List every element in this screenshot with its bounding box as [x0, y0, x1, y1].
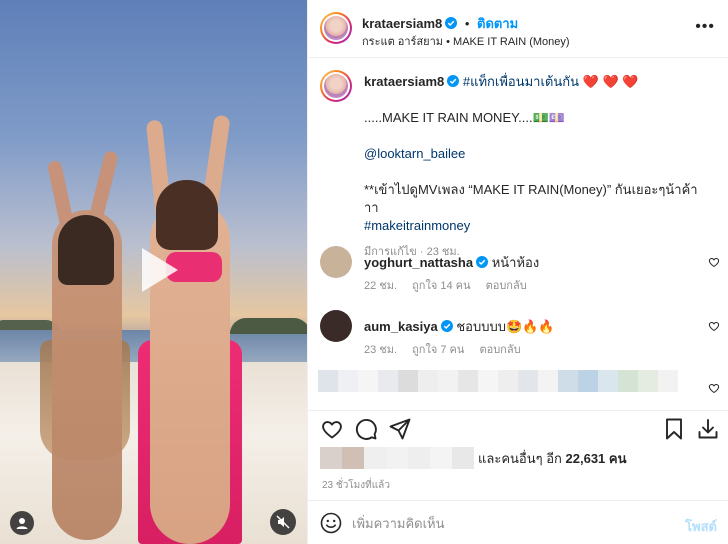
follow-button[interactable]: ติดตาม: [477, 16, 518, 31]
post-button[interactable]: โพสต์: [685, 516, 717, 537]
heart-icon[interactable]: [708, 320, 720, 332]
timestamp: 23 ชม.: [364, 344, 398, 356]
verified-badge-icon: [440, 320, 453, 332]
smiley-icon[interactable]: [320, 512, 342, 534]
comment-input[interactable]: [352, 511, 652, 535]
reply-button[interactable]: ตอบกลับ: [486, 280, 527, 292]
timestamp: 22 ชม.: [364, 280, 398, 292]
avatar[interactable]: [320, 70, 352, 102]
caption-text: **เข้าไปดูMVเพลง “MAKE IT RAIN(Money)” ก…: [364, 182, 698, 215]
post-header: krataersiam8 • ติดตาม กระแต อาร์สยาม • M…: [308, 0, 728, 58]
action-bar: [308, 410, 728, 440]
play-icon[interactable]: [124, 238, 188, 302]
avatar[interactable]: [320, 246, 352, 278]
caption-emoji: ❤️ ❤️ ❤️: [582, 74, 639, 89]
heart-icon[interactable]: [708, 256, 720, 268]
post-timestamp[interactable]: 23 ชั่วโมงที่แล้ว: [322, 478, 390, 493]
username-link[interactable]: krataersiam8: [364, 74, 444, 89]
likes-count[interactable]: ถูกใจ 14 คน: [412, 280, 470, 292]
header-line: krataersiam8 • ติดตาม: [362, 13, 518, 34]
background-island: [230, 318, 307, 334]
comment-composer: โพสต์: [308, 500, 728, 544]
avatar[interactable]: [320, 310, 352, 342]
avatar[interactable]: [320, 12, 352, 44]
heart-icon[interactable]: [320, 417, 344, 441]
audio-link[interactable]: กระแต อาร์สยาม • MAKE IT RAIN (Money): [362, 32, 570, 50]
verified-badge-icon: [476, 256, 489, 268]
likes-prefix: และคนอื่นๆ อีก: [478, 450, 562, 466]
send-icon[interactable]: [388, 417, 412, 441]
comment-text: หน้าห้อง: [491, 255, 540, 270]
verified-badge-icon: [445, 17, 458, 29]
mention-link[interactable]: @looktarn_bailee: [364, 146, 465, 161]
comment-item: aum_kasiya ชอบบบบ🤩🔥🔥 23 ชม. ถูกใจ 7 คน ต…: [320, 310, 720, 374]
audio-title: MAKE IT RAIN (Money): [453, 36, 570, 48]
download-icon[interactable]: [696, 417, 720, 441]
username-link[interactable]: aum_kasiya: [364, 319, 438, 334]
separator: •: [464, 16, 470, 31]
separator: •: [446, 36, 450, 48]
likes-count: 22,631: [565, 450, 606, 466]
bookmark-icon[interactable]: [662, 417, 686, 441]
likes-suffix: คน: [608, 450, 627, 466]
verified-badge-icon: [447, 75, 460, 87]
user-icon[interactable]: [10, 511, 34, 535]
speaker-muted-icon[interactable]: [270, 509, 296, 535]
hashtag-link[interactable]: #makeitrainmoney: [364, 218, 470, 233]
caption-text: .....MAKE IT RAIN MONEY....💵💷: [364, 110, 565, 125]
comment-text: ชอบบบบ🤩🔥🔥: [456, 319, 555, 334]
username-link[interactable]: krataersiam8: [362, 16, 442, 31]
audio-artist: กระแต อาร์สยาม: [362, 36, 444, 48]
hashtag-link[interactable]: #แท็กเพื่อนมาเต้นกัน: [463, 74, 579, 89]
likes-count[interactable]: ถูกใจ 7 คน: [412, 344, 464, 356]
comments-section: krataersiam8 #แท็กเพื่อนมาเต้นกัน ❤️ ❤️ …: [308, 58, 728, 410]
video-media[interactable]: [0, 0, 307, 544]
heart-icon[interactable]: [708, 382, 720, 394]
reply-button[interactable]: ตอบกลับ: [479, 344, 520, 356]
likes-summary[interactable]: และคนอื่นๆ อีก 22,631 คน: [320, 446, 627, 470]
pixelated-avatars: [320, 447, 474, 469]
pixelated-comment: [318, 370, 678, 392]
person-hair: [58, 215, 114, 285]
comment-item: yoghurt_nattasha หน้าห้อง 22 ชม. ถูกใจ 1…: [320, 246, 720, 310]
comment-icon[interactable]: [354, 417, 378, 441]
post-panel: krataersiam8 • ติดตาม กระแต อาร์สยาม • M…: [307, 0, 728, 544]
more-horizontal-icon[interactable]: •••: [695, 18, 715, 36]
username-link[interactable]: yoghurt_nattasha: [364, 255, 473, 270]
